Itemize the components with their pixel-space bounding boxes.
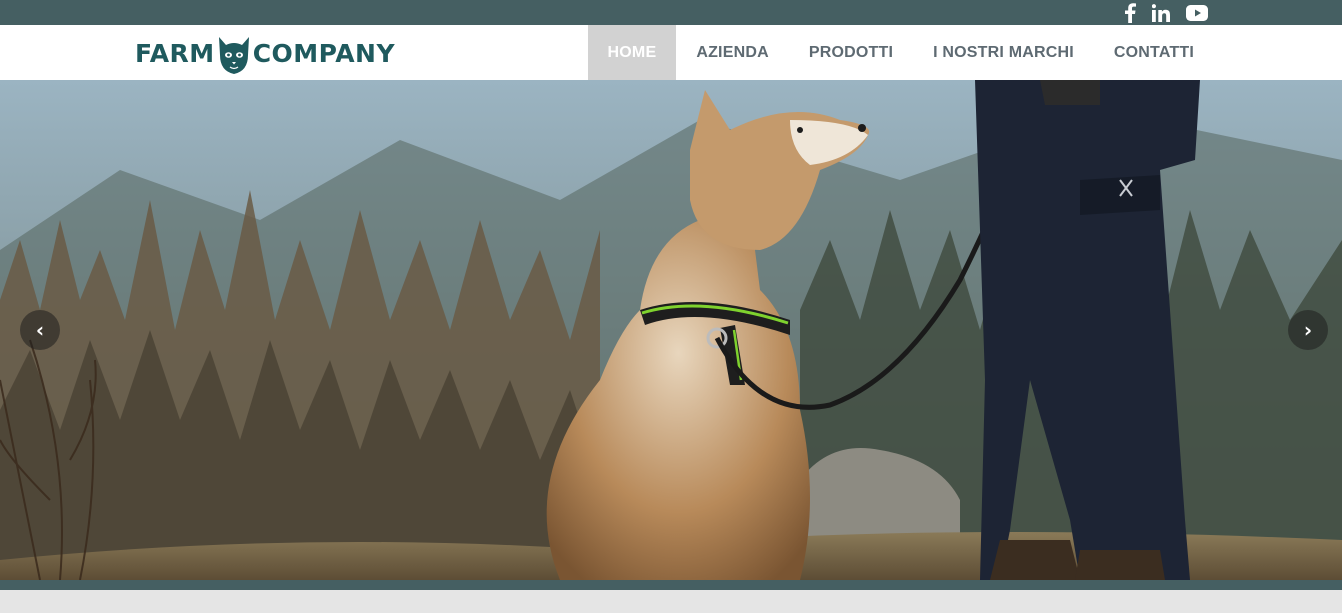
linkedin-icon — [1152, 3, 1170, 22]
nav-item-prodotti[interactable]: PRODOTTI — [789, 25, 913, 80]
chevron-left-icon: ‹ — [35, 318, 45, 342]
page-content-area — [0, 590, 1342, 613]
nav-item-marchi[interactable]: I NOSTRI MARCHI — [913, 25, 1094, 80]
hero-slider: ‹ › — [0, 80, 1342, 580]
slider-next-button[interactable]: › — [1288, 310, 1328, 350]
top-bar — [0, 0, 1342, 25]
nav-item-azienda[interactable]: AZIENDA — [676, 25, 789, 80]
main-nav: HOME AZIENDA PRODOTTI I NOSTRI MARCHI CO… — [587, 25, 1214, 80]
facebook-icon — [1125, 2, 1136, 23]
nav-item-home[interactable]: HOME — [587, 25, 677, 80]
youtube-link[interactable] — [1186, 3, 1208, 23]
social-links — [1124, 0, 1208, 25]
chevron-right-icon: › — [1303, 318, 1313, 342]
facebook-link[interactable] — [1124, 2, 1136, 23]
site-header: FARM COMPANY HOME AZIENDA PRODOTTI I NOS… — [0, 25, 1342, 80]
linkedin-link[interactable] — [1152, 3, 1170, 23]
accent-strip — [0, 580, 1342, 590]
nav-item-contatti[interactable]: CONTATTI — [1094, 25, 1214, 80]
youtube-icon — [1186, 4, 1208, 21]
brand-text-left: FARM — [135, 38, 215, 68]
cat-mascot-icon — [218, 37, 249, 74]
hero-image — [0, 80, 1342, 580]
brand-text-right: COMPANY — [252, 38, 396, 68]
brand-logo[interactable]: FARM COMPANY — [135, 29, 395, 77]
slider-prev-button[interactable]: ‹ — [20, 310, 60, 350]
